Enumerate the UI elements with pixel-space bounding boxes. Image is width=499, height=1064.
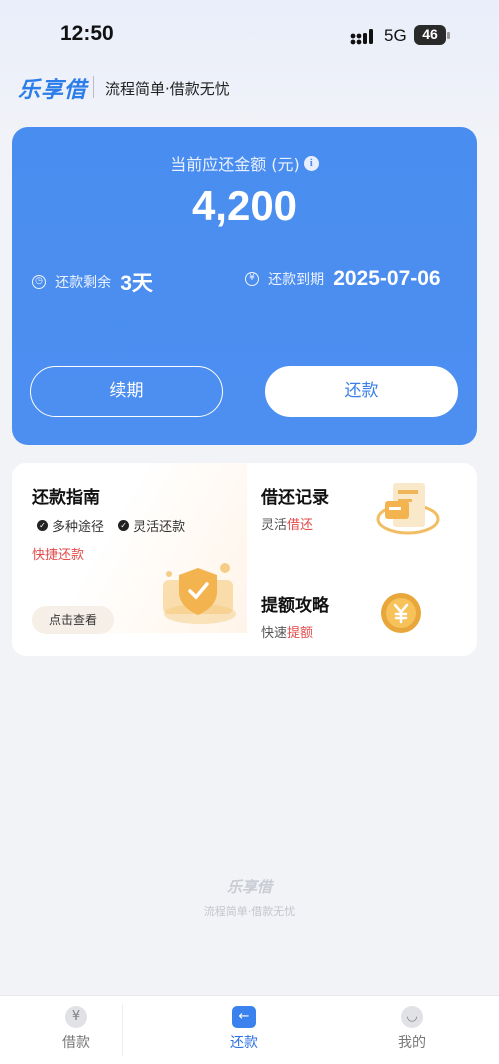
record-sub-prefix: 灵活	[261, 518, 288, 533]
quota-sub-highlight: 提额	[287, 626, 314, 641]
coin-illustration	[381, 593, 421, 633]
status-bar: 12:50 5G 46	[0, 0, 499, 70]
guide-feature: 灵活还款	[133, 520, 186, 535]
tab-borrow[interactable]: ¥ 借款	[31, 1006, 121, 1052]
profile-icon: ◡	[401, 1006, 423, 1028]
repay-guide-panel[interactable]: 还款指南 ✓ 多种途径 ✓ 灵活还款 快捷还款 点击查看	[12, 463, 247, 634]
watermark-logo: 乐享借	[226, 878, 272, 896]
signal-icon	[350, 29, 373, 45]
tab-mine[interactable]: ◡ 我的	[367, 1006, 457, 1052]
tab-repay-label: 还款	[230, 1035, 258, 1051]
remaining-value: 3天	[120, 272, 153, 295]
tab-mine-label: 我的	[398, 1035, 426, 1051]
battery-percent: 46	[422, 26, 438, 42]
tab-bar: ¥ 借款 ← 还款 ◡ 我的	[0, 995, 499, 1064]
renew-button[interactable]: 续期	[30, 366, 223, 417]
tab-repay[interactable]: ← 还款	[199, 1006, 289, 1052]
yen-icon: ¥	[65, 1006, 87, 1028]
quota-title: 提额攻略	[261, 596, 329, 616]
due-date: ¥ 还款到期 2025-07-06	[245, 267, 441, 293]
remaining-label: 还款剩余	[55, 275, 112, 291]
amount-value: 4,200	[191, 182, 298, 229]
amount-label-text: 当前应还金额 (元)	[170, 155, 300, 174]
network-type: 5G	[384, 26, 407, 45]
receipt-illustration	[376, 483, 440, 535]
record-subtitle: 灵活借还	[261, 514, 329, 533]
quota-guide-entry[interactable]: 提额攻略 快速提额	[261, 591, 329, 641]
services-card: 还款指南 ✓ 多种途径 ✓ 灵活还款 快捷还款 点击查看 借还记录 灵活借还 提额攻…	[12, 463, 477, 656]
view-guide-button[interactable]: 点击查看	[32, 606, 114, 634]
quota-subtitle: 快速提额	[261, 622, 329, 641]
guide-feature: 多种途径	[52, 520, 105, 535]
battery-icon: 46	[414, 25, 450, 46]
status-time: 12:50	[60, 22, 114, 45]
check-icon: ✓	[37, 520, 48, 531]
check-icon: ✓	[118, 520, 130, 531]
tab-borrow-label: 借款	[62, 1035, 90, 1051]
quota-sub-prefix: 快速	[261, 626, 288, 641]
shield-coin-illustration	[163, 563, 236, 624]
clock-icon: ◷	[32, 275, 46, 289]
yen-circle-icon: ¥	[245, 272, 259, 286]
tab-separator	[122, 1004, 123, 1056]
record-sub-highlight: 借还	[287, 518, 314, 533]
borrow-record-entry[interactable]: 借还记录 灵活借还	[261, 483, 329, 533]
app-logo: 乐享借	[18, 78, 88, 103]
due-label: 还款到期	[268, 272, 325, 288]
guide-title: 还款指南	[32, 488, 100, 508]
arrow-left-icon: ←	[232, 1006, 256, 1028]
header-divider	[93, 76, 94, 98]
due-value: 2025-07-06	[333, 267, 441, 290]
amount-label: 当前应还金额 (元) i	[12, 151, 477, 175]
record-title: 借还记录	[261, 488, 329, 508]
remaining-days: ◷ 还款剩余 3天	[32, 267, 153, 295]
repay-card: 当前应还金额 (元) i 4,200 ◷ 还款剩余 3天 ¥ 还款到期 2025-…	[12, 127, 477, 445]
header-tagline: 流程简单·借款无忧	[105, 80, 230, 98]
guide-quick-repay: 快捷还款	[32, 548, 85, 563]
guide-features: ✓ 多种途径 ✓ 灵活还款	[37, 516, 195, 535]
info-icon[interactable]: i	[303, 155, 319, 171]
watermark-tagline: 流程简单·借款无忧	[203, 905, 296, 918]
repay-button[interactable]: 还款	[265, 366, 458, 417]
